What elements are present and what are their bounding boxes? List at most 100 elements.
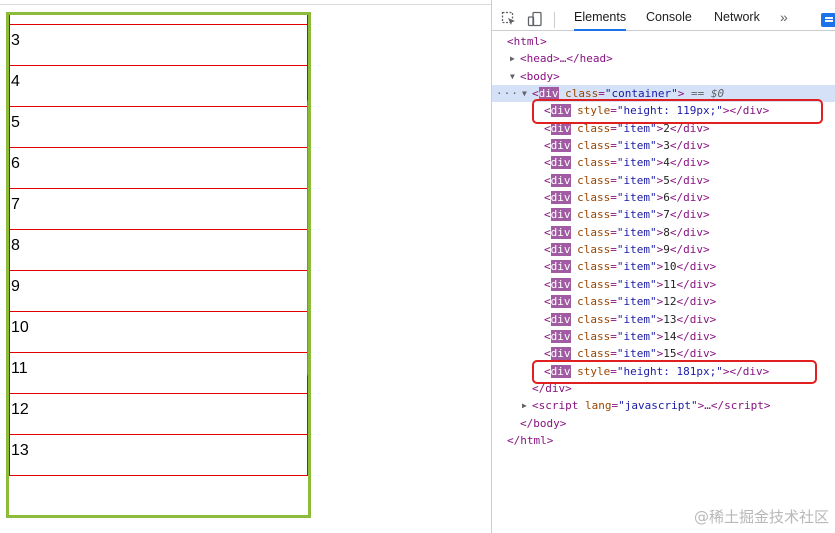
item-text: 10: [663, 260, 677, 274]
list-item: 5: [9, 106, 308, 148]
item-attr-name: class: [577, 329, 611, 343]
item-attr-name: class: [577, 277, 611, 291]
item-text: 3: [663, 139, 670, 153]
collapse-triangle-icon[interactable]: ▼: [510, 68, 515, 85]
inspect-element-icon[interactable]: [501, 11, 517, 27]
dom-node-body-close[interactable]: </body>: [492, 415, 835, 432]
list-item: 6: [9, 147, 308, 189]
list-item: 13: [9, 434, 308, 476]
dom-node-item[interactable]: <div class="item">9</div>: [492, 241, 835, 258]
item-text: 12: [663, 295, 677, 309]
dom-node-html-close[interactable]: </html>: [492, 432, 835, 449]
dom-node-html[interactable]: <html>: [492, 33, 835, 50]
item-text: 13: [663, 312, 677, 326]
item-attr-value: "item": [616, 347, 657, 361]
expand-triangle-icon[interactable]: ▶: [522, 397, 527, 414]
list-item: 11: [9, 352, 308, 394]
item-attr-value: "item": [616, 329, 657, 343]
body-open-tag: <body>: [520, 69, 560, 83]
item-attr-name: class: [577, 156, 611, 170]
head-collapsed-tag: <head>…</head>: [520, 52, 613, 66]
item-attr-value: "item": [616, 208, 657, 222]
html-close-tag: </html>: [507, 433, 554, 447]
script-attr-value: "javascript": [618, 399, 698, 413]
dom-node-item[interactable]: <div class="item">7</div>: [492, 206, 835, 223]
item-text: 15: [663, 347, 677, 361]
item-text: 6: [663, 191, 670, 205]
dom-node-body[interactable]: ▼ <body>: [492, 68, 835, 85]
dom-item-nodes: <div class="item">2</div> <div class="ite…: [492, 120, 835, 363]
dom-node-item[interactable]: <div class="item">5</div>: [492, 172, 835, 189]
dom-node-script[interactable]: ▶ <script lang="javascript">…</script>: [492, 397, 835, 414]
device-toolbar-icon[interactable]: [527, 11, 543, 27]
list-item: 4: [9, 65, 308, 107]
tab-elements[interactable]: Elements: [574, 9, 627, 31]
dom-node-item[interactable]: <div class="item">11</div>: [492, 276, 835, 293]
item-attr-value: "item": [616, 225, 657, 239]
dom-node-head[interactable]: ▶ <head>…</head>: [492, 50, 835, 67]
toolbar-separator: [554, 12, 555, 28]
list-item: 12: [9, 393, 308, 435]
dom-tree: <html> ▶ <head>…</head> ▼ <body> ··· ▼ <…: [492, 33, 835, 449]
more-tabs-icon[interactable]: »: [780, 9, 788, 25]
item-attr-value: "item": [616, 295, 657, 309]
expand-triangle-icon[interactable]: ▶: [510, 50, 515, 67]
item-attr-value: "item": [616, 277, 657, 291]
dom-node-item[interactable]: <div class="item">3</div>: [492, 137, 835, 154]
item-attr-value: "item": [616, 260, 657, 274]
list-item: 8: [9, 229, 308, 271]
dom-node-item[interactable]: <div class="item">8</div>: [492, 224, 835, 241]
script-attr-name: lang: [584, 399, 612, 413]
body-close-tag: </body>: [520, 416, 567, 430]
item-attr-value: "item": [616, 191, 657, 205]
collapse-triangle-icon[interactable]: ▼: [522, 85, 527, 102]
item-attr-name: class: [577, 225, 611, 239]
viewport-top-border: [0, 4, 491, 5]
dom-node-item[interactable]: <div class="item">14</div>: [492, 328, 835, 345]
dom-node-item[interactable]: <div class="item">12</div>: [492, 293, 835, 310]
page-viewport: 2345678910111213: [0, 0, 491, 533]
devtools-toolbar: Elements Console Network »: [492, 4, 835, 31]
highlight-box-top-spacer: [532, 99, 823, 124]
item-attr-value: "item": [616, 173, 657, 187]
item-attr-value: "item": [616, 243, 657, 257]
item-text: 9: [663, 243, 670, 257]
item-attr-value: "item": [616, 312, 657, 326]
item-attr-name: class: [577, 260, 611, 274]
dom-node-item[interactable]: <div class="item">13</div>: [492, 311, 835, 328]
item-text: 4: [663, 156, 670, 170]
highlight-box-bottom-spacer: [532, 360, 817, 384]
item-attr-name: class: [577, 347, 611, 361]
item-text: 14: [663, 329, 677, 343]
item-text: 7: [663, 208, 670, 222]
item-attr-value: "item": [616, 156, 657, 170]
item-text: 5: [663, 173, 670, 187]
list-item: 7: [9, 188, 308, 230]
item-attr-name: class: [577, 139, 611, 153]
item-text: 11: [663, 277, 677, 291]
item-attr-value: "item": [616, 139, 657, 153]
item-attr-name: class: [577, 173, 611, 187]
list-items: 2345678910111213: [9, 15, 308, 476]
item-attr-name: class: [577, 208, 611, 222]
item-text: 8: [663, 225, 670, 239]
list-item: 10: [9, 311, 308, 353]
item-attr-name: class: [577, 295, 611, 309]
virtual-list-container[interactable]: 2345678910111213: [6, 12, 311, 518]
item-attr-name: class: [577, 243, 611, 257]
devtools-panel: Elements Console Network » <html> ▶ <hea…: [491, 0, 835, 533]
list-item: 3: [9, 24, 308, 66]
tab-network[interactable]: Network: [714, 9, 760, 31]
dom-node-item[interactable]: <div class="item">6</div>: [492, 189, 835, 206]
messages-badge-icon[interactable]: [821, 13, 835, 27]
more-actions-icon[interactable]: ···: [496, 85, 519, 102]
list-item: 9: [9, 270, 308, 312]
tab-console[interactable]: Console: [646, 9, 692, 31]
html-open-tag: <html>: [507, 35, 547, 48]
dom-node-item[interactable]: <div class="item">4</div>: [492, 154, 835, 171]
item-attr-name: class: [577, 312, 611, 326]
dom-node-item[interactable]: <div class="item">10</div>: [492, 258, 835, 275]
watermark: @稀土掘金技术社区: [693, 508, 829, 526]
scrollbar-thumb[interactable]: [307, 99, 308, 377]
item-attr-name: class: [577, 191, 611, 205]
